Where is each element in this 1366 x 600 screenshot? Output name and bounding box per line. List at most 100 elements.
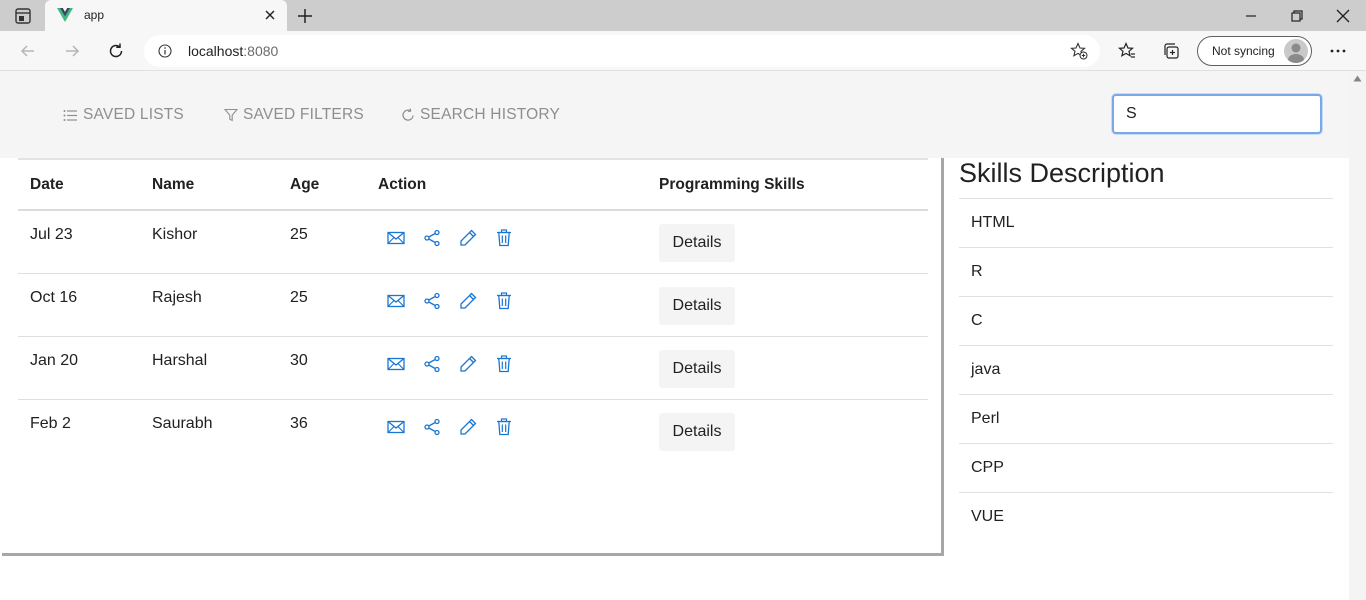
data-table: Date Name Age Action Programming Skills … bbox=[18, 160, 928, 462]
sync-label: Not syncing bbox=[1212, 44, 1275, 58]
list-item: C bbox=[959, 297, 1333, 346]
delete-trash-icon[interactable] bbox=[494, 291, 514, 311]
details-button[interactable]: Details bbox=[659, 224, 735, 262]
url-port: :8080 bbox=[243, 43, 279, 59]
nav-search-history[interactable]: SEARCH HISTORY bbox=[401, 105, 560, 125]
add-favorite-icon[interactable] bbox=[1070, 42, 1088, 60]
minimize-icon[interactable] bbox=[1241, 6, 1261, 26]
favorites-icon[interactable] bbox=[1117, 41, 1137, 61]
cell-age: 25 bbox=[278, 273, 366, 337]
scroll-up-arrow-icon[interactable] bbox=[1353, 75, 1362, 82]
list-item: VUE bbox=[971, 508, 1004, 525]
cell-skills: Details bbox=[647, 399, 928, 462]
row-actions bbox=[378, 415, 647, 437]
data-table-card: Date Name Age Action Programming Skills … bbox=[2, 158, 944, 556]
browser-toolbar: localhost:8080 Not syncing bbox=[0, 31, 1366, 71]
web-page: SAVED LISTS SAVED FILTERS SEARCH HISTORY bbox=[0, 71, 1349, 600]
edit-pencil-icon[interactable] bbox=[458, 228, 478, 248]
restore-icon[interactable] bbox=[1287, 6, 1307, 26]
cell-name: Saurabh bbox=[152, 414, 213, 432]
close-tab-icon[interactable] bbox=[263, 8, 277, 22]
header-date[interactable]: Date bbox=[18, 160, 140, 211]
list-item: Perl bbox=[959, 395, 1333, 444]
window-close-icon[interactable] bbox=[1333, 6, 1353, 26]
cell-name: Rajesh bbox=[140, 273, 278, 337]
cell-skills: Details bbox=[647, 273, 928, 337]
profile-avatar-icon bbox=[1288, 43, 1304, 63]
cell-name: Harshal bbox=[140, 336, 278, 400]
cell-skills: Details bbox=[647, 210, 928, 274]
row-actions bbox=[378, 352, 647, 374]
list-item: CPP bbox=[959, 444, 1333, 493]
list-icon bbox=[63, 109, 77, 121]
tab-title: app bbox=[84, 8, 105, 22]
details-button[interactable]: Details bbox=[659, 349, 735, 388]
email-icon[interactable] bbox=[386, 291, 406, 311]
email-icon[interactable] bbox=[386, 354, 406, 374]
more-menu-icon[interactable] bbox=[1328, 41, 1348, 61]
browser-tab-strip: app bbox=[0, 0, 1366, 31]
cell-age: 25 bbox=[278, 210, 366, 274]
cell-actions bbox=[366, 210, 647, 274]
cell-date: Jul 23 bbox=[18, 210, 140, 274]
row-actions bbox=[378, 226, 647, 248]
list-item: R bbox=[959, 248, 1333, 297]
edit-pencil-icon[interactable] bbox=[458, 417, 478, 437]
url-text: localhost:8080 bbox=[188, 43, 278, 59]
table-header-row: Date Name Age Action Programming Skills bbox=[18, 160, 928, 211]
list-item: java bbox=[959, 346, 1333, 395]
details-button[interactable]: Details bbox=[659, 286, 735, 325]
cell-date: Oct 16 bbox=[18, 273, 140, 337]
cell-name: Kishor bbox=[140, 210, 278, 274]
email-icon[interactable] bbox=[386, 228, 406, 248]
nav-saved-lists[interactable]: SAVED LISTS bbox=[63, 105, 184, 125]
forward-icon[interactable] bbox=[62, 41, 82, 61]
details-button[interactable]: Details bbox=[659, 412, 735, 451]
cell-skills: Details bbox=[647, 336, 928, 400]
nav-saved-lists-label: SAVED LISTS bbox=[83, 106, 184, 123]
row-actions bbox=[378, 289, 647, 311]
share-icon[interactable] bbox=[422, 291, 442, 311]
table-row: Feb 2 Saurabh 36 Details bbox=[18, 399, 928, 462]
collections-icon[interactable] bbox=[1161, 41, 1181, 61]
delete-trash-icon[interactable] bbox=[494, 354, 514, 374]
app-header: SAVED LISTS SAVED FILTERS SEARCH HISTORY bbox=[0, 71, 1349, 158]
filter-icon bbox=[224, 108, 238, 122]
delete-trash-icon[interactable] bbox=[494, 228, 514, 248]
delete-trash-icon[interactable] bbox=[494, 417, 514, 437]
header-action: Action bbox=[366, 160, 647, 211]
search-input[interactable] bbox=[1112, 94, 1322, 134]
edit-pencil-icon[interactable] bbox=[458, 354, 478, 374]
header-name[interactable]: Name bbox=[140, 160, 278, 211]
cell-age: 30 bbox=[278, 336, 366, 400]
share-icon[interactable] bbox=[422, 228, 442, 248]
url-host: localhost bbox=[188, 43, 244, 59]
skills-list: HTML R Cjava Perl CPP VUE bbox=[959, 198, 1333, 542]
back-icon[interactable] bbox=[18, 41, 38, 61]
page-scrollbar[interactable] bbox=[1349, 71, 1366, 600]
tab-actions-icon[interactable] bbox=[14, 7, 32, 25]
cell-date: Jan 20 bbox=[18, 336, 140, 400]
profile-sync-button[interactable]: Not syncing bbox=[1197, 36, 1312, 66]
new-tab-icon[interactable] bbox=[295, 6, 315, 26]
cell-actions bbox=[366, 336, 647, 400]
vue-logo-icon bbox=[57, 8, 73, 22]
site-info-icon[interactable] bbox=[158, 44, 172, 58]
address-bar[interactable]: localhost:8080 bbox=[144, 35, 1100, 67]
avatar bbox=[1284, 39, 1308, 63]
email-icon[interactable] bbox=[386, 417, 406, 437]
nav-saved-filters[interactable]: SAVED FILTERS bbox=[224, 105, 364, 125]
refresh-icon[interactable] bbox=[106, 41, 126, 61]
cell-age: 36 bbox=[290, 414, 308, 432]
edit-pencil-icon[interactable] bbox=[458, 291, 478, 311]
nav-search-history-label: SEARCH HISTORY bbox=[420, 106, 561, 123]
share-icon[interactable] bbox=[422, 354, 442, 374]
cell-actions bbox=[366, 273, 647, 337]
table-row: Oct 16 Rajesh 25 Details bbox=[18, 273, 928, 337]
header-age[interactable]: Age bbox=[278, 160, 366, 211]
share-icon[interactable] bbox=[422, 417, 442, 437]
list-item: HTML bbox=[959, 199, 1333, 248]
history-icon bbox=[402, 108, 414, 121]
browser-tab[interactable]: app bbox=[45, 0, 287, 31]
header-programming-skills: Programming Skills bbox=[647, 160, 928, 211]
